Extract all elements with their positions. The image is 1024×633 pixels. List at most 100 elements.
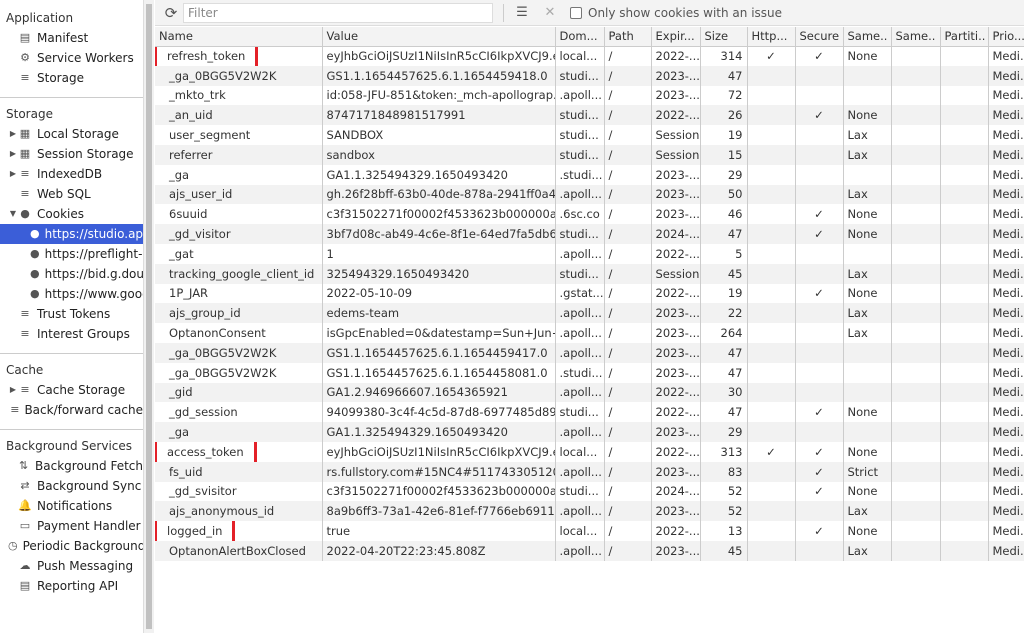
column-header[interactable]: Same.. (843, 27, 892, 47)
database-icon: ≡ (20, 327, 30, 340)
sidebar-item[interactable]: ⇄ Background Sync (0, 476, 143, 496)
column-header[interactable]: Partiti.. (940, 27, 989, 47)
cell-samesite: None (843, 441, 892, 462)
sidebar-item[interactable]: ≡ Back/forward cache (0, 400, 143, 420)
filter-input[interactable] (183, 2, 493, 23)
cell-path: / (604, 85, 652, 106)
cookie-row[interactable]: tracking_google_client_id 325494329.16504… (155, 263, 1024, 284)
cell-secure: ✓ (795, 521, 844, 541)
sync-icon: ⇄ (20, 479, 30, 492)
cell-sameparty (891, 441, 941, 462)
column-header[interactable]: Dom... (555, 27, 605, 47)
sidebar-item-label: https://studio.apollographql.com (44, 227, 143, 241)
cell-partition (940, 540, 989, 561)
delete-icon[interactable]: ✕ (538, 5, 562, 20)
sidebar-item[interactable]: ▤ Manifest (0, 28, 143, 48)
sidebar-item[interactable]: ▶ ≡ Cache Storage (0, 380, 143, 400)
cookie-name: ajs_anonymous_id (169, 504, 275, 519)
column-header[interactable]: Expir... (651, 27, 701, 47)
sidebar-item[interactable]: ⚙ Service Workers (0, 48, 143, 68)
expand-down-icon[interactable]: ▼ (8, 204, 18, 224)
only-issue-checkbox[interactable] (570, 6, 582, 19)
scrollbar-thumb[interactable] (146, 4, 152, 629)
column-header[interactable]: Size (700, 27, 748, 47)
cell-samesite (843, 164, 892, 185)
cookie-row[interactable]: access_token eyJhbGciOiJSUzI1NiIsInR5cCI6… (155, 441, 1024, 462)
sidebar-item[interactable]: ● https://bid.g.doubleclick.net (0, 264, 143, 284)
cookie-row[interactable]: _ga GA1.1.325494329.1650493420 .studi.../2… (155, 164, 1024, 185)
cookie-row[interactable]: _ga_0BGG5V2W2K GS1.1.1654457625.6.1.16544… (155, 362, 1024, 383)
cell-path: / (604, 144, 652, 165)
column-header[interactable]: Http... (747, 27, 796, 47)
cookie-row[interactable]: 6suuid c3f31502271f00002f4533623b000000a1… (155, 204, 1024, 225)
cell-path: / (604, 105, 652, 126)
cookie-row[interactable]: _ga_0BGG5V2W2K GS1.1.1654457625.6.1.16544… (155, 342, 1024, 363)
sidebar-item[interactable]: ≡ Storage (0, 68, 143, 88)
sidebar-item[interactable]: ≡ Web SQL (0, 184, 143, 204)
cookie-row[interactable]: _ga GA1.1.325494329.1650493420 .apoll.../2… (155, 422, 1024, 442)
cell-sameparty (891, 125, 941, 145)
expand-right-icon[interactable]: ▶ (8, 144, 18, 164)
cookie-row[interactable]: 1P_JAR 2022-05-10-09 .gstat.../2022-... 19 ✓… (155, 283, 1024, 304)
cell-path: / (604, 481, 652, 502)
column-header[interactable]: Secure (795, 27, 844, 47)
cookie-row[interactable]: fs_uid rs.fullstory.com#15NC4#51174330512… (155, 461, 1024, 482)
column-header[interactable]: Value (322, 27, 556, 47)
sidebar-item[interactable]: ◷ Periodic Background Sync (0, 536, 143, 556)
sidebar-item[interactable]: ≡ Trust Tokens (0, 304, 143, 324)
cookie-row[interactable]: OptanonConsent isGpcEnabled=0&datestamp=S… (155, 323, 1024, 343)
cookies-panel: ⟳ ☰ ✕ Only show cookies with an issue Na… (155, 0, 1024, 633)
clear-filtered-cookies-icon[interactable]: ☰ (510, 5, 534, 20)
cookie-name: tracking_google_client_id (169, 266, 315, 281)
cookie-row[interactable]: ajs_anonymous_id 8a9b6ff3-73a1-42e6-81ef-… (155, 501, 1024, 522)
expand-right-icon[interactable]: ▶ (8, 124, 18, 144)
sidebar-item[interactable]: ▶ ▦ Session Storage (0, 144, 143, 164)
cookie-row[interactable]: logged_in true local.../2022-... 13 ✓ None Med… (155, 521, 1024, 541)
sidebar-item[interactable]: ▶ ≡ IndexedDB (0, 164, 143, 184)
sidebar-item[interactable]: ● https://www.google.com (0, 284, 143, 304)
cookie-row[interactable]: _gid GA1.2.946966607.1654365921 .apoll... /… (155, 382, 1024, 403)
cell-path: / (604, 362, 652, 383)
cell-value: gh.26f28bff-63b0-40de-878a-2941ff0a48... (322, 184, 556, 205)
cell-sameparty (891, 204, 941, 225)
cookie-row[interactable]: _mkto_trk id:058-JFU-851&token:_mch-apoll… (155, 85, 1024, 106)
sidebar-item[interactable]: ● https://studio.apollographql.com (0, 224, 143, 244)
sidebar-item[interactable]: ● https://preflight-request (0, 244, 143, 264)
cookie-row[interactable]: _an_uid 8747171848981517991 studi.../2022-… (155, 105, 1024, 126)
refresh-icon[interactable]: ⟳ (159, 4, 183, 22)
sidebar-item[interactable]: ☁ Push Messaging (0, 556, 143, 576)
sidebar-item[interactable]: ≡ Interest Groups (0, 324, 143, 344)
cell-name: _an_uid (155, 105, 323, 126)
cell-name: refresh_token (155, 46, 323, 66)
cell-domain: studi... (555, 402, 605, 423)
cookie-row[interactable]: _ga_0BGG5V2W2K GS1.1.1654457625.6.1.16544… (155, 65, 1024, 86)
cookie-row[interactable]: _gd_svisitor c3f31502271f00002f4533623b00… (155, 481, 1024, 502)
cookie-row[interactable]: user_segment SANDBOX studi... / Session 19 Lax… (155, 125, 1024, 145)
cookie-row[interactable]: OptanonAlertBoxClosed 2022-04-20T22:23:45… (155, 540, 1024, 561)
sidebar-item[interactable]: ▼ ● Cookies (0, 204, 143, 224)
cookie-row[interactable]: _gat 1.apoll.../2022-...5 Medi... (155, 243, 1024, 264)
cell-partition (940, 144, 989, 165)
cookie-row[interactable]: ajs_group_id edems-team .apoll.../2023-...… (155, 303, 1024, 324)
sidebar-item[interactable]: ▶ ▦ Local Storage (0, 124, 143, 144)
cookie-row[interactable]: referrer sandbox studi... / Session 15 Lax Medi… (155, 144, 1024, 165)
cookie-name: fs_uid (169, 464, 203, 479)
sidebar-scrollbar[interactable] (143, 0, 154, 633)
cookie-name: OptanonConsent (169, 326, 266, 341)
expand-right-icon[interactable]: ▶ (8, 380, 18, 400)
column-header[interactable]: Path (604, 27, 652, 47)
column-header[interactable]: Same.. (891, 27, 941, 47)
cookie-name: _ga (169, 167, 190, 182)
column-header[interactable]: Prio... (988, 27, 1024, 47)
cookie-row[interactable]: _gd_session 94099380-3c4f-4c5d-87d8-69774… (155, 402, 1024, 423)
column-header[interactable]: Name (155, 27, 323, 47)
cookie-row[interactable]: ajs_user_id gh.26f28bff-63b0-40de-878a-29… (155, 184, 1024, 205)
cookie-row[interactable]: refresh_token eyJhbGciOiJSUzI1NiIsInR5cCI… (155, 46, 1024, 66)
sidebar-item[interactable]: 🔔 Notifications (0, 496, 143, 516)
sidebar-item[interactable]: ⇅ Background Fetch (0, 456, 143, 476)
sidebar-item[interactable]: ▤ Reporting API (0, 576, 143, 596)
cookie-row[interactable]: _gd_visitor 3bf7d08c-ab49-4c6e-8f1e-64ed7… (155, 224, 1024, 244)
cell-samesite: Lax (843, 303, 892, 324)
expand-right-icon[interactable]: ▶ (8, 164, 18, 184)
sidebar-item[interactable]: ▭ Payment Handler (0, 516, 143, 536)
